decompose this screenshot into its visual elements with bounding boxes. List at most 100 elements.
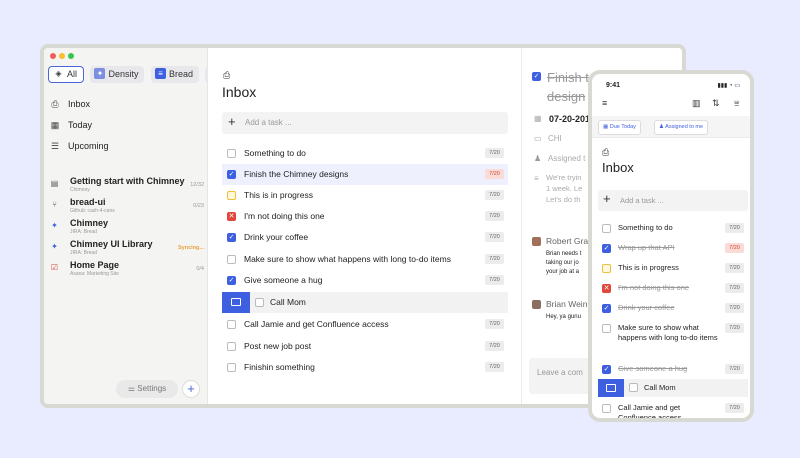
- project-source: Chimney: [70, 187, 90, 193]
- task-row[interactable]: ✓ Wrap up that API 7/20: [598, 241, 748, 257]
- board-icon[interactable]: ▥: [692, 98, 701, 109]
- zoom-window-button[interactable]: [68, 53, 74, 59]
- comment-text: your job at a: [546, 269, 580, 275]
- task-checkbox[interactable]: ✓: [602, 244, 611, 253]
- project-item[interactable]: ⑂ bread-ui Github: cash-4-cans 0/23: [50, 197, 204, 217]
- task-row[interactable]: ✓ Finish the Chimney designs 7/20: [222, 164, 508, 185]
- task-row[interactable]: ✕ I'm not doing this one 7/20: [598, 281, 748, 297]
- task-checkbox[interactable]: [227, 255, 236, 264]
- due-today-chip[interactable]: ▦ Due Today: [598, 120, 641, 135]
- project-item[interactable]: ✦ Chimney UI Library JIRA: Bread Syncing…: [50, 239, 204, 259]
- task-checkbox[interactable]: [227, 191, 236, 200]
- close-window-button[interactable]: [50, 53, 56, 59]
- chip-all[interactable]: ◈ All: [48, 66, 85, 83]
- task-due-date: 7/20: [485, 148, 504, 158]
- github-icon: ⑂: [52, 200, 57, 209]
- task-row[interactable]: ✓ Give someone a hug 7/20: [222, 270, 508, 291]
- mobile-toolbar: ≡ ▥ ⇅ ⩸: [592, 94, 750, 114]
- detail-checkbox[interactable]: ✓: [532, 72, 541, 81]
- task-row[interactable]: ✓ Drink your coffee 7/20: [598, 301, 748, 317]
- task-checkbox[interactable]: [255, 298, 264, 307]
- nav-today[interactable]: ▦ Today: [50, 116, 200, 134]
- density-icon: ✦: [94, 68, 106, 80]
- list-icon: ▭: [534, 134, 542, 143]
- task-row[interactable]: This is in progress 7/20: [598, 261, 748, 277]
- minimize-window-button[interactable]: [59, 53, 65, 59]
- task-checkbox[interactable]: [227, 149, 236, 158]
- status-time: 9:41: [606, 82, 621, 89]
- task-row[interactable]: Make sure to show what happens with long…: [222, 249, 508, 270]
- add-project-button[interactable]: +: [182, 380, 200, 398]
- layers-icon: ◈: [55, 69, 62, 79]
- task-checkbox[interactable]: ✓: [602, 365, 611, 374]
- task-checkbox[interactable]: [602, 324, 611, 333]
- nav-label: Today: [68, 120, 93, 130]
- task-checkbox[interactable]: ✕: [602, 284, 611, 293]
- project-item[interactable]: ✦ Chimney JIRA: Bread: [50, 218, 204, 238]
- task-title: Finish the Chimney designs: [244, 169, 349, 179]
- task-checkbox[interactable]: ✓: [227, 276, 236, 285]
- task-title: Drink your coffee: [618, 303, 675, 312]
- sort-icon[interactable]: ⇅: [712, 98, 720, 109]
- filter-bar: ▦ Due Today ♟ Assigned to me: [592, 116, 750, 138]
- plus-icon: +: [603, 191, 611, 206]
- task-title: Call Jamie and get Confluence access: [618, 403, 682, 422]
- task-row[interactable]: Finishin something 7/20: [222, 357, 508, 378]
- task-checkbox[interactable]: [602, 404, 611, 413]
- detail-project[interactable]: ▭ CHI: [534, 134, 562, 143]
- task-checkbox[interactable]: ✕: [227, 212, 236, 221]
- workspace-chips: ◈ All ✦Density ≡Bread ≡Br: [48, 66, 208, 88]
- menu-icon[interactable]: ≡: [602, 98, 607, 108]
- assigned-to-me-chip[interactable]: ♟ Assigned to me: [654, 120, 709, 135]
- comment-text: taking our jo: [546, 260, 579, 266]
- nav-upcoming[interactable]: ☰ Upcoming: [50, 137, 200, 155]
- task-row[interactable]: Something to do 7/20: [222, 143, 508, 164]
- task-checkbox[interactable]: ✓: [602, 304, 611, 313]
- project-item[interactable]: ▤ Getting start with Chimney Chimney 12/…: [50, 176, 204, 196]
- task-checkbox[interactable]: [227, 363, 236, 372]
- task-row[interactable]: ✓ Give someone a hug 7/20: [598, 362, 748, 378]
- task-checkbox[interactable]: ✓: [227, 233, 236, 242]
- chip-density[interactable]: ✦ Density: [90, 66, 145, 83]
- task-checkbox[interactable]: ✓: [227, 170, 236, 179]
- plus-icon: +: [228, 114, 236, 129]
- detail-description-line: 1 week. Le: [546, 184, 583, 193]
- task-row[interactable]: Make sure to show what happens with long…: [598, 321, 748, 357]
- task-checkbox[interactable]: [629, 383, 638, 392]
- task-title: Call Jamie and get Confluence access: [244, 319, 389, 329]
- task-checkbox[interactable]: [227, 342, 236, 351]
- task-row[interactable]: ✕ I'm not doing this one 7/20: [222, 206, 508, 227]
- chip-bread-2[interactable]: ≡Br: [205, 66, 208, 83]
- task-row[interactable]: Call Jamie and get Confluence access 7/2…: [222, 314, 508, 335]
- detail-assignee[interactable]: ♟ Assigned t: [534, 154, 585, 163]
- chip-bread[interactable]: ≡ Bread: [150, 66, 199, 83]
- settings-label: Settings: [137, 384, 167, 393]
- task-checkbox[interactable]: [227, 320, 236, 329]
- task-title: Make sure to show what happens with long…: [618, 323, 718, 342]
- task-title: Something to do: [618, 223, 673, 232]
- chip-label: All: [67, 69, 78, 79]
- task-row[interactable]: Post new job post 7/20: [222, 336, 508, 357]
- task-checkbox[interactable]: [602, 264, 611, 273]
- project-source: Asana: Marketing Site: [70, 271, 119, 277]
- filter-icon[interactable]: ⩸: [734, 98, 739, 109]
- add-task-input[interactable]: + Add a task ...: [222, 112, 508, 134]
- drag-handle[interactable]: [598, 379, 624, 397]
- upcoming-icon: ☰: [50, 141, 60, 151]
- settings-button[interactable]: ⚌ Settings: [116, 380, 178, 398]
- add-task-placeholder: Add a task ...: [620, 196, 664, 205]
- project-item[interactable]: ☑ Home Page Asana: Marketing Site 0/4: [50, 260, 204, 280]
- task-row[interactable]: This is in progress 7/20: [222, 185, 508, 206]
- task-row-dragging[interactable]: Call Mom: [598, 379, 748, 397]
- nav-inbox[interactable]: ⎙ Inbox: [50, 95, 200, 113]
- sidebar: ◈ All ✦Density ≡Bread ≡Br ⎙Inbox ▦Today ☰…: [44, 48, 208, 404]
- task-row[interactable]: Call Jamie and get Confluence access 7/2…: [598, 401, 748, 422]
- detail-due-date[interactable]: 07-20-201: [549, 114, 590, 124]
- task-row[interactable]: Something to do 7/20: [598, 221, 748, 237]
- drag-handle[interactable]: [222, 292, 250, 313]
- task-row[interactable]: ✓ Drink your coffee 7/20: [222, 227, 508, 248]
- task-checkbox[interactable]: [602, 224, 611, 233]
- add-task-input[interactable]: + Add a task ...: [598, 190, 748, 211]
- page-title: Inbox: [222, 84, 257, 100]
- task-row-dragging[interactable]: Call Mom: [222, 292, 508, 313]
